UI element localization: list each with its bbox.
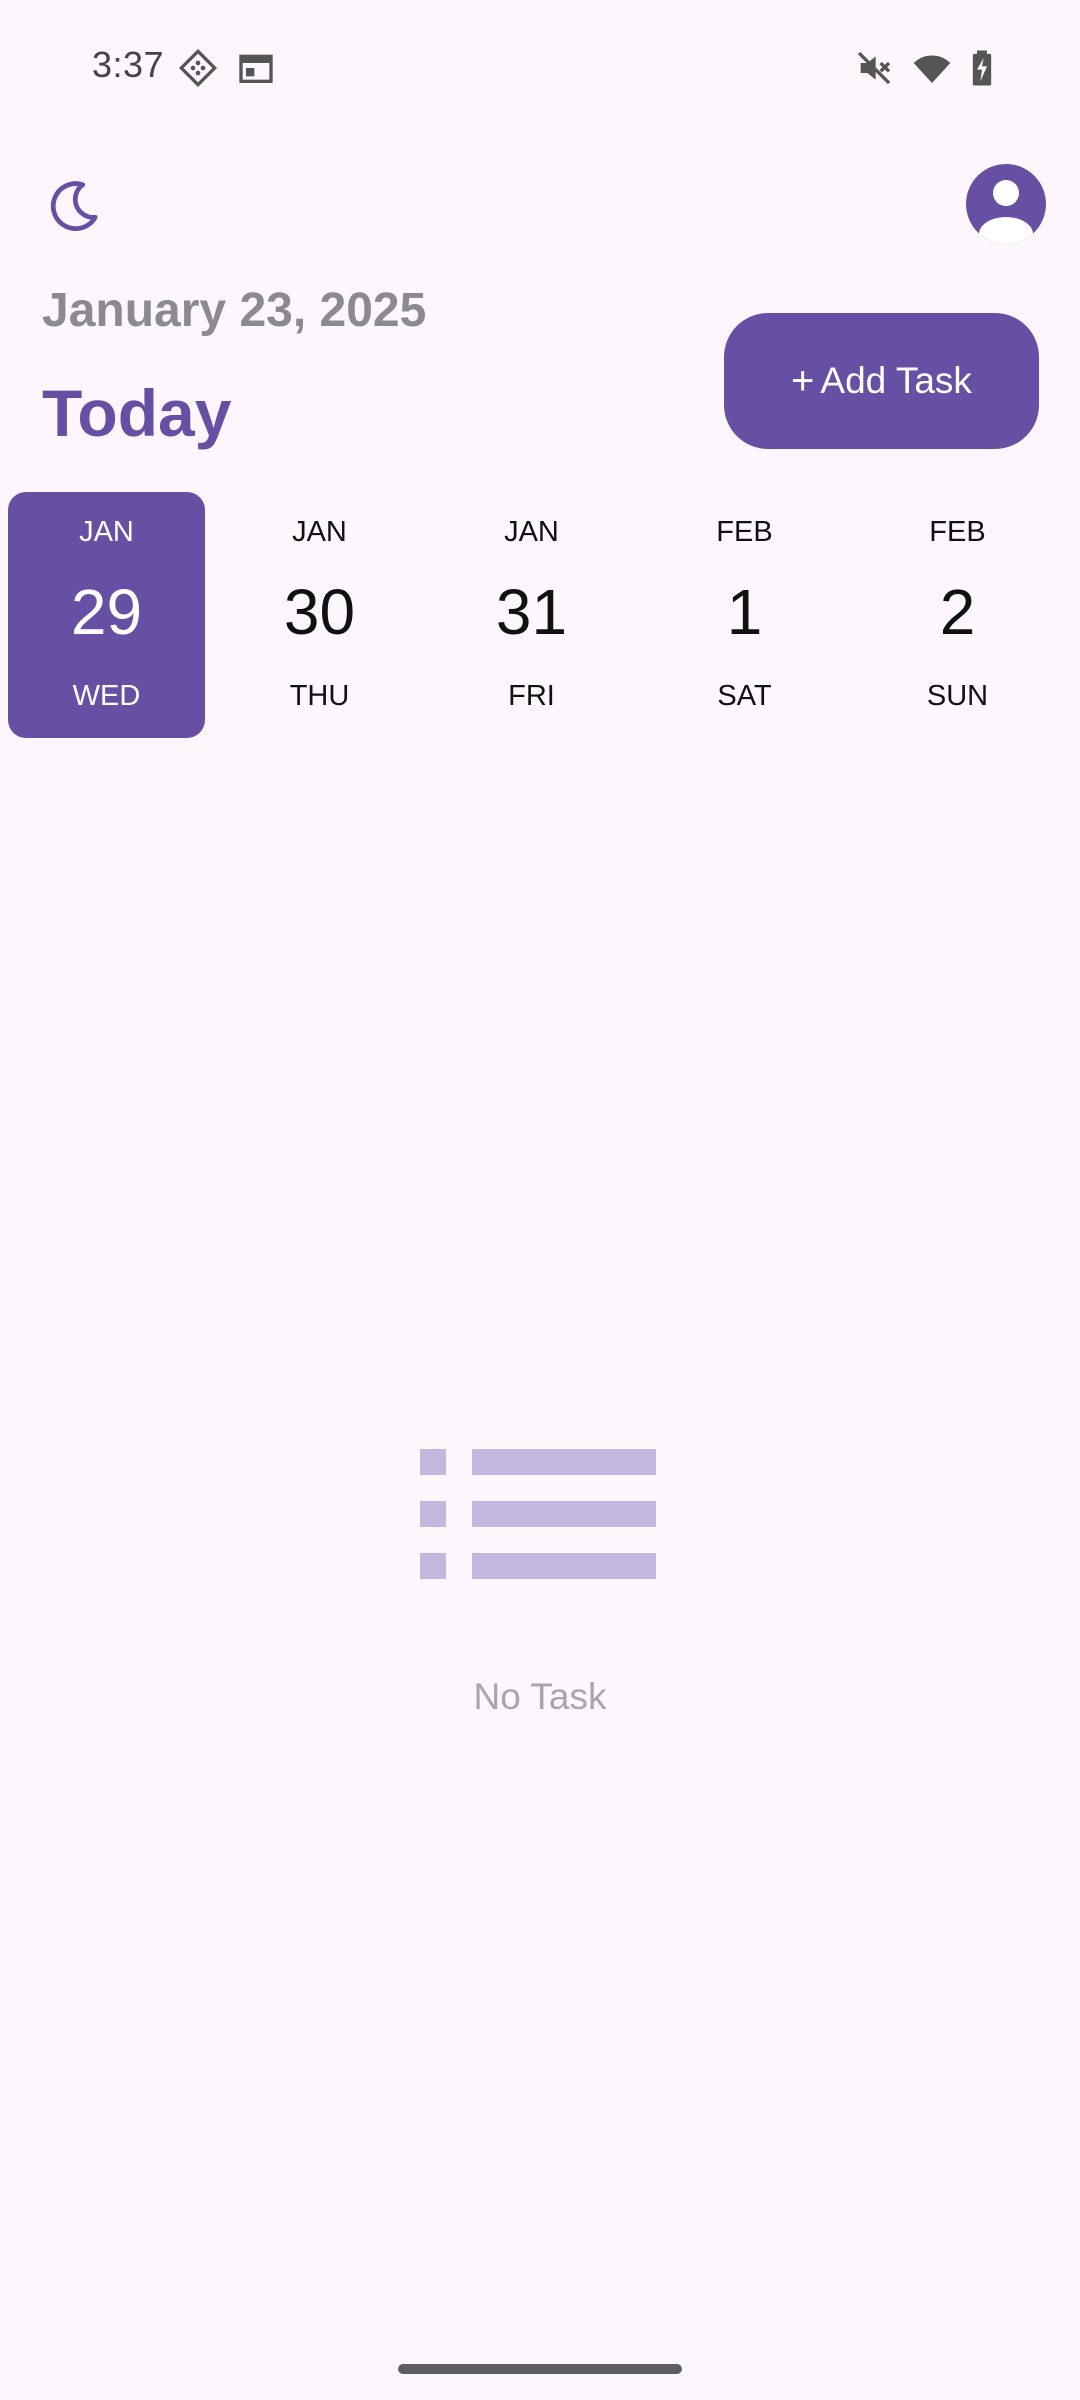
date-month: JAN bbox=[504, 516, 559, 548]
date-cell[interactable]: FEB 1 SAT bbox=[646, 492, 843, 738]
vpn-key-icon bbox=[178, 48, 218, 88]
date-month: FEB bbox=[716, 516, 773, 548]
date-day: 31 bbox=[495, 576, 568, 648]
date-day: 29 bbox=[70, 576, 143, 648]
date-weekday: SUN bbox=[926, 680, 989, 712]
date-cell[interactable]: FEB 2 SUN bbox=[859, 492, 1056, 738]
moon-icon bbox=[50, 181, 98, 231]
date-day: 30 bbox=[283, 576, 356, 648]
date-weekday: WED bbox=[72, 680, 141, 712]
profile-button[interactable] bbox=[966, 164, 1046, 244]
account-circle-icon bbox=[966, 164, 1046, 244]
add-task-button[interactable]: + Add Task bbox=[724, 313, 1039, 449]
current-date: January 23, 2025 bbox=[42, 284, 427, 337]
plus-icon: + bbox=[791, 359, 815, 403]
add-task-label: Add Task bbox=[820, 360, 972, 401]
page-title: Today bbox=[42, 376, 232, 450]
date-weekday: SAT bbox=[717, 680, 772, 712]
date-month: JAN bbox=[292, 516, 347, 548]
theme-toggle-button[interactable] bbox=[38, 170, 110, 242]
date-month: JAN bbox=[79, 516, 134, 548]
gesture-nav-bar[interactable] bbox=[398, 2364, 682, 2374]
status-time: 3:37 bbox=[92, 44, 165, 85]
date-weekday: THU bbox=[289, 680, 350, 712]
date-day: 1 bbox=[726, 576, 763, 648]
date-cell[interactable]: JAN 31 FRI bbox=[433, 492, 630, 738]
calendar-icon bbox=[239, 54, 273, 84]
date-day: 2 bbox=[939, 576, 976, 648]
empty-state-message: No Task bbox=[473, 1676, 607, 1717]
list-icon bbox=[420, 1449, 656, 1579]
date-strip: JAN 29 WED JAN 30 THU JAN 31 FRI FEB 1 S… bbox=[8, 492, 1072, 738]
date-cell[interactable]: JAN 30 THU bbox=[221, 492, 418, 738]
battery-charging-icon bbox=[972, 50, 992, 86]
mute-icon bbox=[857, 51, 891, 85]
date-cell[interactable]: JAN 29 WED bbox=[8, 492, 205, 738]
wifi-icon bbox=[913, 55, 951, 83]
date-month: FEB bbox=[929, 516, 986, 548]
date-weekday: FRI bbox=[508, 680, 555, 712]
status-bar: 3:37 bbox=[0, 0, 1080, 135]
